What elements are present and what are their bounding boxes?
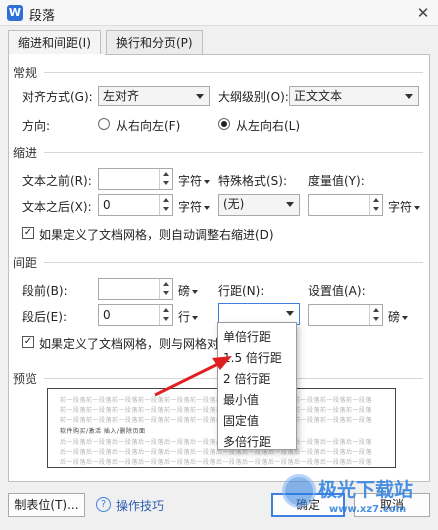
preview-next-line: 后一段落后一段落后一段落后一段落后一段落后一段落后一段落后一段落后一段落后一段落… (60, 439, 373, 446)
align-label: 对齐方式(G): (22, 90, 93, 104)
outline-level-label: 大纲级别(O): (218, 90, 289, 104)
align-value: 左对齐 (103, 89, 140, 103)
space-before-input[interactable] (98, 278, 173, 300)
direction-label: 方向: (22, 119, 51, 133)
close-icon[interactable]: ✕ (413, 3, 433, 23)
indent-before-unit[interactable]: 字符 (178, 172, 211, 189)
section-indent: 缩进 (13, 146, 38, 160)
divider (44, 72, 423, 73)
chevron-down-icon (405, 94, 413, 99)
space-before-unit[interactable]: 磅 (178, 282, 199, 299)
indent-after-unit[interactable]: 字符 (178, 198, 211, 215)
indent-before-input[interactable] (98, 168, 173, 190)
divider (44, 152, 423, 153)
special-format-select[interactable]: (无) (218, 194, 300, 216)
setting-value-label: 设置值(A): (308, 284, 366, 298)
ltr-label[interactable]: 从左向右(L) (236, 117, 300, 134)
watermark-brand: 极光下载站 (318, 479, 414, 501)
preview-prev-line: 前一段落前一段落前一段落前一段落前一段落前一段落前一段落前一段落前一段落前一段落… (60, 407, 373, 414)
outline-level-select[interactable]: 正文文本 (289, 86, 419, 106)
tab-line-page-breaks[interactable]: 换行和分页(P) (106, 30, 203, 55)
rtl-label[interactable]: 从右向左(F) (116, 117, 180, 134)
annotation-arrow (154, 356, 232, 397)
space-after-value: 0 (103, 308, 111, 322)
ltr-radio[interactable] (218, 118, 230, 130)
tab-stops-button[interactable]: 制表位(T)... (8, 493, 85, 517)
special-format-value: (无) (223, 197, 245, 211)
chevron-down-icon (196, 94, 204, 99)
tips-link[interactable]: 操作技巧 (116, 497, 164, 514)
chevron-down-icon (286, 202, 294, 207)
line-spacing-label: 行距(N): (218, 284, 265, 298)
indent-after-label: 文本之后(X): (22, 200, 92, 214)
watermark-logo-icon (282, 474, 316, 508)
preview-main-line: 软件购买/激活 插入/删除页面 (60, 428, 146, 435)
divider (44, 262, 423, 263)
chevron-down-icon (286, 311, 294, 316)
active-tab-join (9, 54, 105, 56)
option-exact[interactable]: 固定值 (223, 412, 259, 429)
spinner-icon[interactable] (159, 169, 172, 189)
tab-indent-spacing[interactable]: 缩进和间距(I) (8, 30, 101, 55)
setting-value-input[interactable] (308, 304, 383, 326)
spinner-icon[interactable] (369, 195, 382, 215)
indent-after-input[interactable]: 0 (98, 194, 173, 216)
setting-value-unit[interactable]: 磅 (388, 308, 409, 325)
measure-input[interactable] (308, 194, 383, 216)
space-after-label: 段后(E): (22, 310, 67, 324)
help-icon[interactable]: ? (96, 497, 111, 512)
spinner-icon[interactable] (159, 195, 172, 215)
space-before-label: 段前(B): (22, 284, 68, 298)
preview-next-line: 后一段落后一段落后一段落后一段落后一段落后一段落后一段落后一段落后一段落后一段落… (60, 459, 373, 466)
measure-unit[interactable]: 字符 (388, 198, 421, 215)
dialog-title: 段落 (29, 9, 56, 24)
option-multiple[interactable]: 多倍行距 (223, 433, 271, 450)
section-preview: 预览 (13, 372, 38, 386)
preview-prev-line: 前一段落前一段落前一段落前一段落前一段落前一段落前一段落前一段落前一段落前一段落… (60, 417, 373, 424)
section-spacing: 间距 (13, 256, 38, 270)
grid-align-checkbox[interactable]: ✓ (22, 336, 34, 348)
watermark-url: www.xz7.com (329, 504, 407, 515)
title-bar (0, 0, 438, 26)
auto-indent-label[interactable]: 如果定义了文档网格，则自动调整右缩进(D) (39, 226, 274, 243)
spinner-icon[interactable] (159, 305, 172, 325)
spinner-icon[interactable] (159, 279, 172, 299)
measure-label: 度量值(Y): (308, 174, 365, 188)
preview-next-line: 后一段落后一段落后一段落后一段落后一段落后一段落后一段落后一段落后一段落后一段落… (60, 449, 373, 456)
rtl-radio[interactable] (98, 118, 110, 130)
section-general: 常规 (13, 66, 38, 80)
auto-indent-checkbox[interactable]: ✓ (22, 227, 34, 239)
indent-after-value: 0 (103, 198, 111, 212)
space-after-input[interactable]: 0 (98, 304, 173, 326)
special-format-label: 特殊格式(S): (218, 174, 288, 188)
spinner-icon[interactable] (369, 305, 382, 325)
wps-app-icon: W (7, 5, 23, 21)
align-select[interactable]: 左对齐 (98, 86, 210, 106)
space-after-unit[interactable]: 行 (178, 308, 199, 325)
indent-before-label: 文本之前(R): (22, 174, 92, 188)
outline-level-value: 正文文本 (294, 89, 343, 103)
